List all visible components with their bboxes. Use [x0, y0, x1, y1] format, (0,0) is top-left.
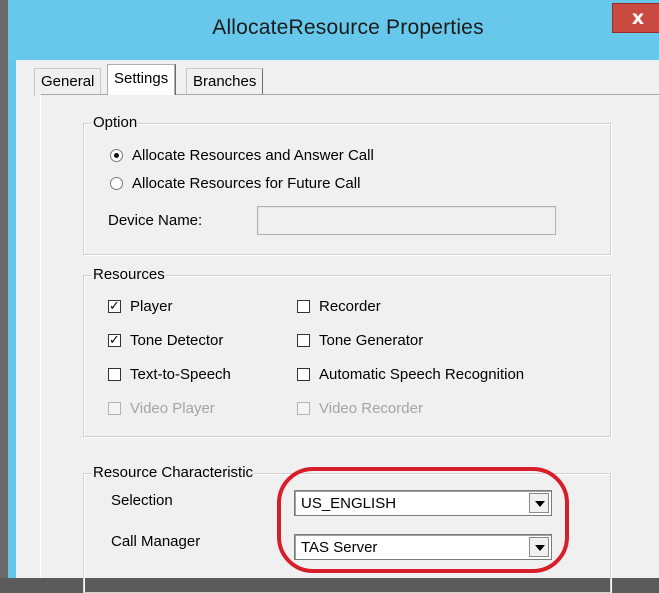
radio-answer-call-label: Allocate Resources and Answer Call: [132, 147, 374, 164]
close-icon: x: [631, 7, 645, 29]
checkbox[interactable]: [297, 368, 310, 381]
checkbox-text-to-speech-label: Text-to-Speech: [130, 366, 231, 383]
tab-branches[interactable]: Branches: [186, 68, 264, 96]
device-name-label: Device Name:: [108, 212, 203, 229]
background-strip: [0, 0, 8, 578]
radio-button[interactable]: [110, 177, 123, 190]
checkbox-checked[interactable]: ✓: [108, 334, 121, 347]
radio-button-selected[interactable]: [110, 149, 123, 162]
properties-dialog: AllocateResource Properties x General Se…: [0, 0, 659, 593]
tab-general[interactable]: General: [34, 68, 102, 96]
red-highlight-ring: [277, 467, 569, 573]
device-name-field[interactable]: [257, 206, 556, 235]
tab-settings[interactable]: Settings: [107, 64, 176, 95]
option-group: Option Allocate Resources and Answer Cal…: [83, 114, 611, 255]
call-manager-label: Call Manager: [111, 533, 201, 550]
checkbox[interactable]: [108, 368, 121, 381]
checkbox-tone-generator-label: Tone Generator: [319, 332, 424, 349]
radio-future-call-label: Allocate Resources for Future Call: [132, 175, 361, 192]
checkbox-checked[interactable]: ✓: [108, 300, 121, 313]
title-bar[interactable]: AllocateResource Properties x: [8, 0, 659, 60]
window-title: AllocateResource Properties: [212, 16, 484, 39]
checkbox-disabled: [108, 402, 121, 415]
checkbox-video-player-label: Video Player: [130, 400, 215, 417]
checkbox-speech-recognition-label: Automatic Speech Recognition: [319, 366, 525, 383]
resource-characteristic-legend: Resource Characteristic: [92, 464, 255, 482]
checkbox-tone-detector-label: Tone Detector: [130, 332, 224, 349]
resources-group: Resources ✓ Player Recorder ✓ Tone Detec…: [83, 266, 611, 437]
resources-group-legend: Resources: [92, 266, 166, 284]
checkbox-disabled: [297, 402, 310, 415]
checkbox-player-label: Player: [130, 298, 173, 315]
close-button[interactable]: x: [612, 3, 659, 33]
checkbox[interactable]: [297, 300, 310, 313]
checkbox-recorder-label: Recorder: [319, 298, 381, 315]
selection-label: Selection: [111, 492, 173, 509]
checkbox-video-recorder-label: Video Recorder: [319, 400, 423, 417]
settings-tab-panel: Option Allocate Resources and Answer Cal…: [40, 94, 659, 593]
checkbox[interactable]: [297, 334, 310, 347]
option-group-legend: Option: [92, 114, 139, 132]
